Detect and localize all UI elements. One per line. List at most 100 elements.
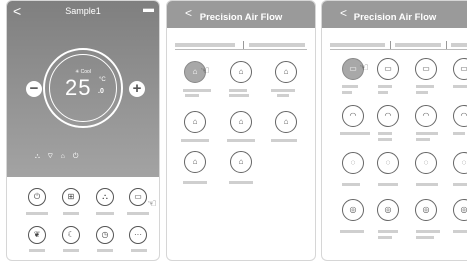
vent-label (271, 139, 297, 142)
header: < Precision Air Flow (167, 1, 315, 28)
vent-option-13[interactable]: ◎ (342, 199, 364, 221)
page-title: Precision Air Flow (199, 12, 283, 23)
vent-option-6[interactable]: ⌂ (275, 111, 297, 133)
top-bar: < Sample1 ▬ (7, 1, 159, 23)
tab-vent-3[interactable] (451, 43, 467, 47)
vent-option-15[interactable]: ◎ (415, 199, 437, 221)
vent-label (185, 94, 199, 97)
control-label (97, 249, 113, 252)
tab-divider (446, 41, 447, 49)
vent-label (229, 89, 247, 92)
vent-option-4[interactable]: ▭ (453, 58, 467, 80)
precision-air-flow-screen: < Precision Air Flow ⌂ ⌂ ⌂ ☜ ⌂ ⌂ ⌂ ⌂ ⌂ (166, 0, 316, 261)
device-title: Sample1 (65, 6, 101, 16)
vent-option-5[interactable]: ⌂ (230, 111, 252, 133)
vent-label (342, 91, 352, 94)
control-label (26, 212, 48, 215)
vent-label (453, 183, 467, 186)
precision-air-flow-screen-multi: < Precision Air Flow ▭ ▭ ▭ ▭ ☜ ◠ ◠ ◠ ◠ ◌… (321, 0, 467, 261)
temperature-decimal: .0 (98, 88, 104, 95)
tab-vent-1[interactable] (330, 43, 385, 47)
vent-label (271, 89, 295, 92)
vent-option-3[interactable]: ▭ (415, 58, 437, 80)
tab-left-vent[interactable] (175, 43, 235, 47)
vent-option-7[interactable]: ◠ (415, 105, 437, 127)
mode-icon[interactable]: ⊞ (62, 188, 80, 206)
vent-label (416, 230, 440, 233)
temperature-value: 25 (65, 75, 92, 100)
vent-label (378, 230, 398, 233)
vent-label (183, 89, 211, 92)
vent-label (378, 91, 388, 94)
control-label (96, 212, 114, 215)
vent-option-11[interactable]: ◌ (415, 152, 437, 174)
vent-label (378, 132, 392, 135)
status-icons: ⛬ ♡ ⌂ ⏻ (35, 153, 82, 160)
page-title: Precision Air Flow (353, 12, 437, 23)
vent-label (342, 85, 358, 88)
vent-label (340, 230, 364, 233)
vent-label (342, 183, 360, 186)
control-label (127, 212, 149, 215)
vent-label (378, 183, 398, 186)
more-options-icon[interactable]: ··· (129, 226, 147, 244)
vent-label (416, 236, 434, 239)
decrease-temperature-button[interactable]: − (26, 81, 42, 97)
vent-option-2[interactable]: ▭ (377, 58, 399, 80)
increase-temperature-button[interactable]: + (129, 81, 145, 97)
vent-label (453, 230, 467, 233)
airflow-icon[interactable]: ▭ (129, 188, 147, 206)
vent-label (229, 181, 253, 184)
hand-pointer-icon: ☜ (200, 65, 210, 77)
control-label (63, 249, 79, 252)
vent-label (378, 85, 392, 88)
vent-label (181, 139, 209, 142)
vent-label (416, 91, 428, 94)
vent-label (340, 132, 370, 135)
timer-icon[interactable]: ◷ (96, 226, 114, 244)
hand-pointer-icon: ☜ (359, 62, 369, 74)
vent-option-10[interactable]: ◌ (377, 152, 399, 174)
vent-option-4[interactable]: ⌂ (184, 111, 206, 133)
vent-label (229, 94, 249, 97)
vent-option-8[interactable]: ⌂ (230, 151, 252, 173)
hand-pointer-icon: ☜ (147, 198, 157, 210)
vent-option-3[interactable]: ⌂ (275, 61, 297, 83)
vent-label (378, 236, 392, 239)
tab-right-vent[interactable] (249, 43, 305, 47)
vent-label (416, 138, 430, 141)
power-icon[interactable]: ⏻ (28, 188, 46, 206)
vent-label (453, 85, 467, 88)
vent-option-6[interactable]: ◠ (377, 105, 399, 127)
vent-option-12[interactable]: ◌ (453, 152, 467, 174)
temperature-panel: < Sample1 ▬ ✳ Cool 25 °C .0 − + ⛬ ♡ ⌂ ⏻ (7, 1, 159, 177)
vent-tabs[interactable] (330, 41, 467, 50)
tab-divider (390, 41, 391, 49)
vent-option-14[interactable]: ◎ (377, 199, 399, 221)
fan-icon[interactable]: ⛬ (96, 188, 114, 206)
temperature-unit: °C (99, 77, 106, 83)
vent-label (183, 181, 207, 184)
vent-tabs[interactable] (175, 41, 307, 50)
control-label (29, 249, 45, 252)
vent-option-2[interactable]: ⌂ (230, 61, 252, 83)
vent-label (378, 138, 392, 141)
vent-label (453, 132, 465, 135)
vent-option-9[interactable]: ◌ (342, 152, 364, 174)
more-icon[interactable]: ▬ (143, 3, 154, 15)
vent-label (227, 139, 255, 142)
tab-vent-2[interactable] (395, 43, 441, 47)
sleep-icon[interactable]: ☾ (62, 226, 80, 244)
vent-option-16[interactable]: ◎ (453, 199, 467, 221)
control-label (131, 249, 147, 252)
vent-label (277, 94, 289, 97)
vent-option-5[interactable]: ◠ (342, 105, 364, 127)
control-label (63, 212, 79, 215)
eco-icon[interactable]: ❦ (28, 226, 46, 244)
vent-option-8[interactable]: ◠ (453, 105, 467, 127)
vent-label (416, 85, 434, 88)
vent-option-7[interactable]: ⌂ (184, 151, 206, 173)
home-screen: < Sample1 ▬ ✳ Cool 25 °C .0 − + ⛬ ♡ ⌂ ⏻ … (6, 0, 160, 261)
header: < Precision Air Flow (322, 1, 467, 28)
vent-label (416, 183, 438, 186)
